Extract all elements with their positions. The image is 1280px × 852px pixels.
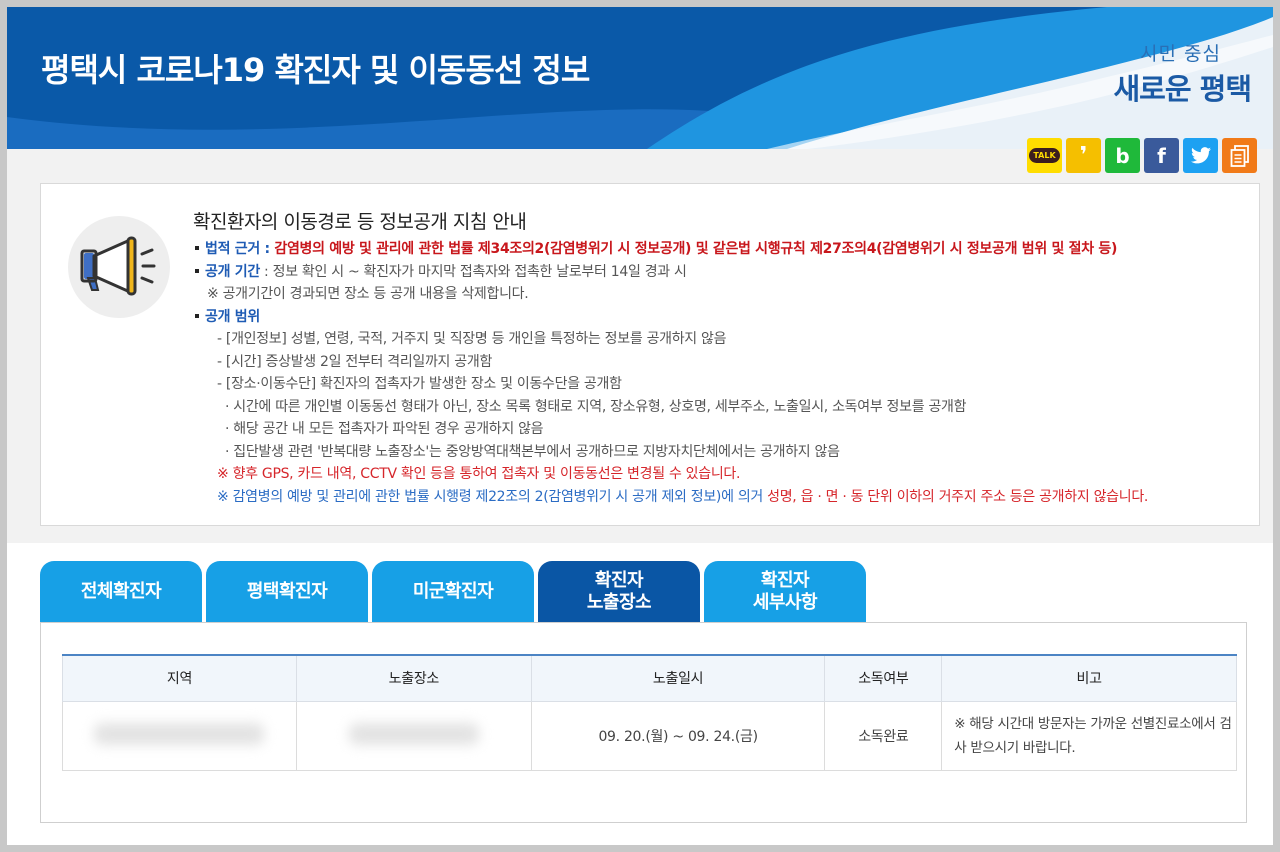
period-label: 공개 기간 [205,263,260,280]
cell-note: ※ 해당 시간대 방문자는 가까운 선별진료소에서 검사 받으시기 바랍니다. [941,700,1237,771]
tab-exposure-places[interactable]: 확진자 노출장소 [538,561,700,623]
kakaostory-icon: ❜ [1079,143,1088,168]
header-banner: 평택시 코로나19 확진자 및 이동동선 정보 시민 중심 새로운 평택 [7,7,1273,149]
tab-usfk-cases[interactable]: 미군확진자 [372,561,534,623]
scope-line: 공개 범위 [195,306,1148,329]
band-icon: b [1115,143,1130,168]
redacted-region [94,722,265,745]
slogan-top: 시민 중심 [1140,43,1221,65]
tab-bar: 전체확진자 평택확진자 미군확진자 확진자 노출장소 확진자 세부사항 [40,561,866,623]
cell-datetime: 09. 20.(월) ~ 09. 24.(금) [530,700,826,771]
page-frame: 평택시 코로나19 확진자 및 이동동선 정보 시민 중심 새로운 평택 TAL… [7,7,1273,845]
twitter-bird-icon [1190,147,1211,164]
scope-label: 공개 범위 [205,308,260,325]
table-row: 09. 20.(월) ~ 09. 24.(금) 소독완료 ※ 해당 시간대 방문… [62,700,1237,771]
slogan-main: 새로운 평택 [1113,72,1252,106]
period-text: 정보 확인 시 ~ 확진자가 마지막 접촉자와 접촉한 날로부터 14일 경과 … [272,263,687,280]
copy-url-button[interactable] [1222,138,1257,173]
col-header-note: 비고 [941,655,1237,702]
period-note: ※ 공개기간이 경과되면 장소 등 공개 내용을 삭제합니다. [207,286,529,302]
facebook-icon: f [1157,143,1166,168]
tab-exposure-places-label: 확진자 노출장소 [586,570,652,613]
bullet-icon [195,268,199,273]
law-basis-text: 감염병의 예방 및 관리에 관한 법률 제34조의2(감염병위기 시 정보공개)… [274,241,1118,257]
scope-item-time: - [시간] 증상발생 2일 전부터 격리일까지 공개함 [217,353,493,370]
kakaotalk-share-button[interactable]: TALK [1027,138,1062,173]
exposure-places-table: 지역 노출장소 노출일시 소독여부 비고 09. 20.(월) ~ 09. 24… [62,654,1237,771]
cell-region [62,700,297,771]
twitter-share-button[interactable] [1183,138,1218,173]
tab-pyeongtaek-cases[interactable]: 평택확진자 [206,561,368,623]
kakaotalk-icon: TALK [1029,148,1060,163]
disclosure-guideline-box: 확진환자의 이동경로 등 정보공개 지침 안내 법적 근거 : 감염병의 예방 … [40,183,1260,526]
megaphone-icon-circle [68,216,170,318]
document-copy-icon [1230,144,1249,167]
change-warning: ※ 향후 GPS, 카드 내역, CCTV 확인 등을 통하여 접촉자 및 이동… [217,466,741,482]
facebook-share-button[interactable]: f [1144,138,1179,173]
tab-case-details-label: 확진자 세부사항 [752,570,818,613]
col-header-place: 노출장소 [295,655,532,702]
guideline-title: 확진환자의 이동경로 등 정보공개 지침 안내 [193,211,527,233]
cell-disinfection: 소독완료 [824,700,943,771]
guideline-body: 법적 근거 : 감염병의 예방 및 관리에 관한 법률 제34조의2(감염병위기… [195,238,1148,508]
redacted-place [348,722,479,745]
exclusion-highlight: 성명, 읍 · 면 · 동 단위 이하의 거주지 주소 등은 공개하지 않습니다… [767,488,1149,505]
tab-case-details[interactable]: 확진자 세부사항 [704,561,866,623]
scope-subitem-list-format: · 시간에 따른 개인별 이동동선 형태가 아닌, 장소 목록 형태로 지역, … [225,398,967,415]
period-line: 공개 기간 : 정보 확인 시 ~ 확진자가 마지막 접촉자와 접촉한 날로부터… [195,261,1148,284]
bullet-icon [195,313,199,318]
bullet-icon [195,246,199,250]
exclusion-note: ※ 감염병의 예방 및 관리에 관한 법률 시행령 제22조의 2(감염병위기 … [195,486,1148,509]
kakaostory-share-button[interactable]: ❜ [1066,138,1101,173]
law-basis-line: 법적 근거 : 감염병의 예방 및 관리에 관한 법률 제34조의2(감염병위기… [195,238,1148,261]
scope-item-place: - [장소·이동수단] 확진자의 접촉자가 발생한 장소 및 이동수단을 공개함 [217,376,622,392]
cell-place [295,700,532,771]
exposure-places-panel: 지역 노출장소 노출일시 소독여부 비고 09. 20.(월) ~ 09. 24… [40,622,1247,823]
city-slogan: 시민 중심 새로운 평택 [1114,39,1252,108]
band-share-button[interactable]: b [1105,138,1140,173]
law-basis-label: 법적 근거 [205,241,260,257]
col-header-disinfection: 소독여부 [824,655,943,702]
scope-subitem-all-contacts: · 해당 공간 내 모든 접촉자가 파악된 경우 공개하지 않음 [225,421,544,437]
tab-all-cases[interactable]: 전체확진자 [40,561,202,623]
scope-subitem-cluster: · 집단발생 관련 '반복대량 노출장소'는 중앙방역대책본부에서 공개하므로 … [225,443,840,460]
scope-item-personal: - [개인정보] 성별, 연령, 국적, 거주지 및 직장명 등 개인을 특정하… [217,331,727,347]
page-title: 평택시 코로나19 확진자 및 이동동선 정보 [41,51,590,89]
table-header-row: 지역 노출장소 노출일시 소독여부 비고 [62,655,1237,702]
share-bar: TALK ❜ b f [1027,138,1257,173]
exclusion-prefix: ※ 감염병의 예방 및 관리에 관한 법률 시행령 제22조의 2(감염병위기 … [217,488,768,505]
col-header-region: 지역 [62,655,297,702]
col-header-datetime: 노출일시 [530,655,826,702]
content-area: 전체확진자 평택확진자 미군확진자 확진자 노출장소 확진자 세부사항 지역 노출장… [7,543,1273,845]
megaphone-icon [80,236,156,296]
